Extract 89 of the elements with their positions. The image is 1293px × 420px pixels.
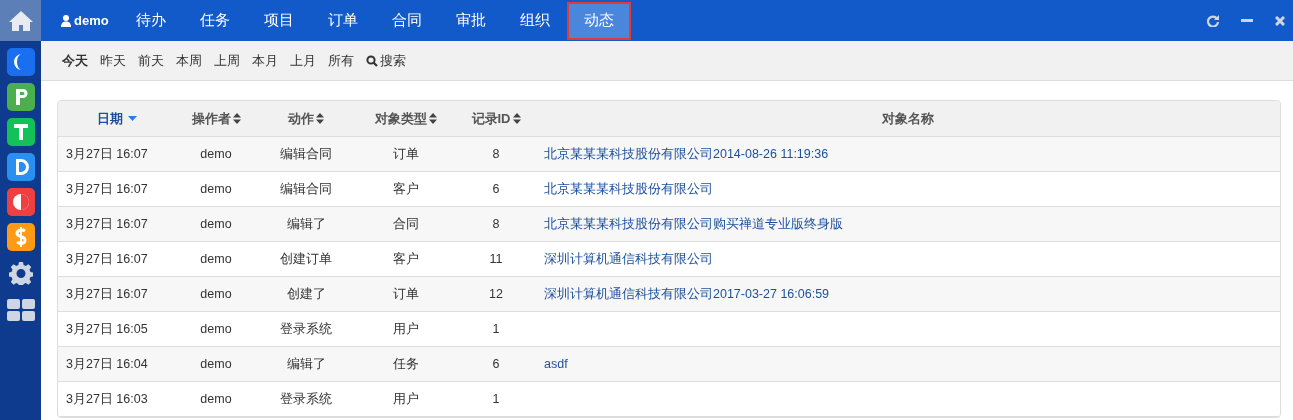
filter-link[interactable]: 前天 xyxy=(132,50,170,71)
settings-icon[interactable] xyxy=(8,261,33,285)
filter-link[interactable]: 上周 xyxy=(208,50,246,71)
table-cell-text: 1 xyxy=(492,390,500,408)
sort-desc-icon[interactable] xyxy=(128,116,137,121)
table-cell-text: demo xyxy=(200,355,232,373)
nav-tab[interactable]: 审批 xyxy=(438,1,503,40)
user-name[interactable]: demo xyxy=(74,10,109,31)
table-cell-text: demo xyxy=(200,390,232,408)
sort-icon[interactable] xyxy=(316,113,324,124)
table-cell-text: 3月27日 16:07 xyxy=(66,285,148,303)
table-cell-text: 3月27日 16:04 xyxy=(66,355,148,373)
filter-link[interactable]: 所有 xyxy=(322,50,360,71)
app-icon[interactable] xyxy=(6,48,35,76)
table-cell-text: 创建了 xyxy=(286,285,326,303)
filter-link[interactable]: 本月 xyxy=(246,50,284,71)
search-icon xyxy=(366,54,378,67)
table-cell-text: 11 xyxy=(489,250,503,268)
table-cell-text: 12 xyxy=(489,285,503,303)
app-icon[interactable] xyxy=(6,153,35,181)
column-header[interactable]: 动作 xyxy=(288,108,314,129)
nav-tab[interactable]: 动态 xyxy=(566,1,631,40)
table-cell-text: demo xyxy=(200,215,232,233)
table-cell-text: 登录系统 xyxy=(280,390,332,408)
table-cell-text: 3月27日 16:05 xyxy=(66,320,148,338)
nav-tab[interactable]: 任务 xyxy=(182,1,247,40)
table-cell-text: 6 xyxy=(492,355,500,373)
object-link[interactable]: asdf xyxy=(544,354,568,374)
table-cell-text: 用户 xyxy=(393,320,419,338)
nav-tab[interactable]: 项目 xyxy=(246,1,311,40)
nav-tab[interactable]: 合同 xyxy=(374,1,439,40)
sort-icon[interactable] xyxy=(512,113,521,124)
filter-link[interactable]: 本周 xyxy=(170,50,208,71)
table-cell-text: 8 xyxy=(492,145,500,163)
close-icon[interactable] xyxy=(1275,15,1285,26)
table-cell-text: 编辑了 xyxy=(286,215,326,233)
object-link[interactable]: 北京某某某科技股份有限公司购买禅道专业版终身版 xyxy=(544,214,843,234)
object-link[interactable]: 北京某某某科技股份有限公司 xyxy=(544,179,713,199)
table-cell-text: demo xyxy=(200,250,232,268)
user-icon xyxy=(61,14,71,27)
table-cell-text: 编辑合同 xyxy=(280,145,332,163)
table-cell-text: 订单 xyxy=(393,285,419,303)
table-cell-text: 1 xyxy=(492,320,500,338)
table-cell-text: 3月27日 16:07 xyxy=(66,145,148,163)
table-cell-text: 编辑了 xyxy=(286,355,326,373)
filter-link[interactable]: 今天 xyxy=(56,50,94,71)
sort-icon[interactable] xyxy=(232,113,241,124)
app-icon[interactable] xyxy=(6,83,35,111)
refresh-icon[interactable] xyxy=(1207,14,1219,27)
nav-tab[interactable]: 待办 xyxy=(118,1,183,40)
table-cell-text: 订单 xyxy=(393,145,419,163)
object-link[interactable]: 深圳计算机通信科技有限公司 xyxy=(544,249,713,269)
app-icon[interactable] xyxy=(6,118,35,146)
table-cell-text: 3月27日 16:07 xyxy=(66,180,148,198)
table-cell-text: 编辑合同 xyxy=(280,180,332,198)
nav-tab[interactable]: 组织 xyxy=(502,1,567,40)
object-link[interactable]: 深圳计算机通信科技有限公司2017-03-27 16:06:59 xyxy=(544,284,830,304)
table-cell-text: demo xyxy=(200,180,232,198)
table-cell-text: demo xyxy=(200,285,232,303)
column-header[interactable]: 操作者 xyxy=(191,108,231,129)
column-header: 对象名称 xyxy=(882,109,934,128)
app-icon[interactable] xyxy=(6,188,35,216)
table-cell-text: 客户 xyxy=(393,250,419,268)
minimize-icon[interactable] xyxy=(1241,18,1253,23)
column-header[interactable]: 记录ID xyxy=(471,108,511,129)
home-icon[interactable] xyxy=(7,9,34,32)
grid-icon[interactable] xyxy=(6,299,35,321)
table-cell-text: 3月27日 16:03 xyxy=(66,390,148,408)
nav-tab[interactable]: 订单 xyxy=(310,1,375,40)
column-header[interactable]: 日期 xyxy=(97,108,123,129)
table-cell-text: 创建订单 xyxy=(280,250,332,268)
filter-link[interactable]: 昨天 xyxy=(94,50,132,71)
table-cell-text: 客户 xyxy=(393,180,419,198)
table-cell-text: 合同 xyxy=(393,215,419,233)
column-header[interactable]: 对象类型 xyxy=(375,108,427,129)
table-cell-text: 登录系统 xyxy=(280,320,332,338)
table-cell-text: 用户 xyxy=(393,390,419,408)
table-cell-text: 3月27日 16:07 xyxy=(66,250,148,268)
search-button[interactable]: 搜索 xyxy=(360,50,412,71)
app-icon[interactable] xyxy=(6,223,35,251)
table-cell-text: demo xyxy=(200,320,232,338)
table-cell-text: 8 xyxy=(492,215,500,233)
filter-link[interactable]: 上月 xyxy=(284,50,322,71)
table-cell-text: demo xyxy=(200,145,232,163)
table-cell-text: 6 xyxy=(492,180,500,198)
table-cell-text: 3月27日 16:07 xyxy=(66,215,148,233)
sort-icon[interactable] xyxy=(429,113,437,124)
object-link[interactable]: 北京某某某科技股份有限公司2014-08-26 11:19:36 xyxy=(544,144,829,164)
table-cell-text: 任务 xyxy=(393,355,419,373)
